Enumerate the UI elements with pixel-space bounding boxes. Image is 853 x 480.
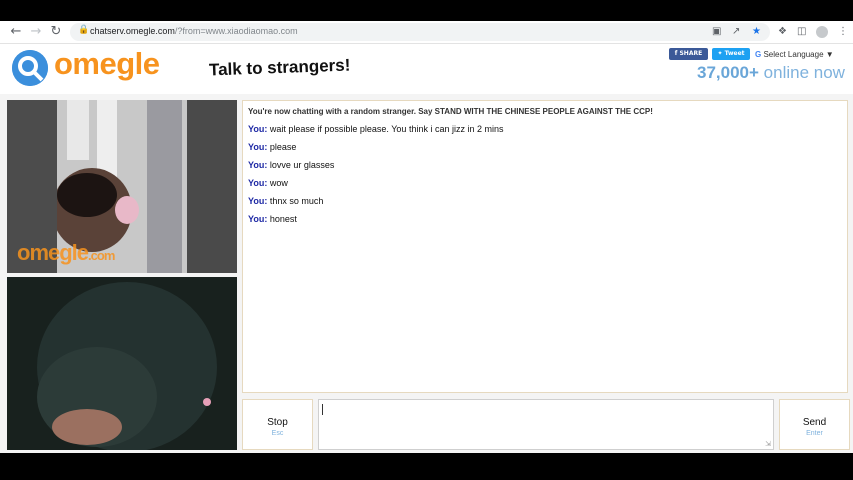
send-label: Send xyxy=(802,417,827,428)
forward-icon[interactable]: → xyxy=(28,24,44,40)
message-text: thnx so much xyxy=(269,196,324,206)
reload-icon[interactable]: ↻ xyxy=(48,24,64,40)
tagline: Talk to strangers! xyxy=(208,55,351,80)
watermark-main: omegle xyxy=(17,240,89,265)
kebab-menu-icon[interactable]: ⋮ xyxy=(838,25,848,39)
url-path: /?from=www.xiaodiaomao.com xyxy=(174,26,298,36)
chat-message: You: thnx so much xyxy=(248,196,842,214)
language-select[interactable]: G Select Language ▼ xyxy=(755,48,834,61)
profile-icon[interactable] xyxy=(816,26,828,38)
chat-status: You're now chatting with a random strang… xyxy=(248,107,653,116)
star-icon[interactable]: ★ xyxy=(752,25,761,39)
tweet-label: Tweet xyxy=(724,50,745,57)
stop-button[interactable]: Stop Esc xyxy=(242,399,313,450)
url-host: chatserv.omegle.com xyxy=(90,26,175,36)
facebook-share-label: SHARE xyxy=(679,50,703,57)
chat-log[interactable]: You're now chatting with a random strang… xyxy=(242,100,848,393)
message-text: lovve ur glasses xyxy=(269,160,335,170)
message-sender: You: xyxy=(248,142,268,152)
send-button[interactable]: Send Enter xyxy=(779,399,850,450)
message-text: honest xyxy=(269,214,297,224)
stop-hint: Esc xyxy=(271,430,284,437)
share-icon[interactable]: ↗ xyxy=(732,25,740,39)
self-video-frame xyxy=(7,277,237,450)
chat-message: You: please xyxy=(248,142,842,160)
main-content: omegle.com You're now chatting with a ra… xyxy=(0,94,853,453)
address-bar[interactable]: 🔒 chatserv.omegle.com/?from=www.xiaodiao… xyxy=(70,23,770,41)
stranger-video: omegle.com xyxy=(7,100,237,273)
side-panel-icon[interactable]: ◫ xyxy=(797,25,806,39)
text-caret xyxy=(322,404,323,415)
logo-icon xyxy=(12,50,48,86)
message-sender: You: xyxy=(248,214,268,224)
online-count: 37,000+ online now xyxy=(697,63,845,83)
logo-text: omegle xyxy=(54,46,160,81)
chat-message: You: lovve ur glasses xyxy=(248,160,842,178)
lock-icon[interactable]: 🔒 xyxy=(78,25,89,35)
stop-label: Stop xyxy=(267,417,288,428)
camera-icon[interactable]: ▣ xyxy=(712,25,721,39)
online-number: 37,000+ xyxy=(697,63,759,82)
message-text: wait please if possible please. You thin… xyxy=(269,124,504,134)
puzzle-icon[interactable]: ❖ xyxy=(778,25,787,39)
watermark-suffix: .com xyxy=(88,248,115,263)
message-sender: You: xyxy=(248,124,268,134)
chat-message: You: wow xyxy=(248,178,842,196)
chat-message: You: wait please if possible please. You… xyxy=(248,124,842,142)
chat-message: You: honest xyxy=(248,214,842,232)
self-video xyxy=(7,277,237,450)
message-sender: You: xyxy=(248,178,268,188)
message-sender: You: xyxy=(248,160,268,170)
message-text: wow xyxy=(269,178,288,188)
message-sender: You: xyxy=(248,196,268,206)
browser-window: ← → ↻ 🔒 chatserv.omegle.com/?from=www.xi… xyxy=(0,21,853,453)
browser-toolbar: ← → ↻ 🔒 chatserv.omegle.com/?from=www.xi… xyxy=(0,21,853,44)
url-text: chatserv.omegle.com/?from=www.xiaodiaoma… xyxy=(90,26,298,36)
tweet-button[interactable]: ✦ Tweet xyxy=(712,48,750,60)
message-input[interactable]: ⇲ xyxy=(318,399,774,450)
resize-grip-icon[interactable]: ⇲ xyxy=(765,440,771,448)
message-text: please xyxy=(269,142,297,152)
omegle-watermark: omegle.com xyxy=(17,240,115,266)
online-label: online now xyxy=(763,63,845,82)
facebook-share-button[interactable]: f SHARE xyxy=(669,48,708,60)
back-icon[interactable]: ← xyxy=(8,24,24,40)
google-icon: G xyxy=(755,50,762,59)
language-label: Select Language xyxy=(763,50,824,59)
send-hint: Enter xyxy=(806,430,823,437)
site-header: omegle Talk to strangers! f SHARE ✦ Twee… xyxy=(0,44,853,92)
